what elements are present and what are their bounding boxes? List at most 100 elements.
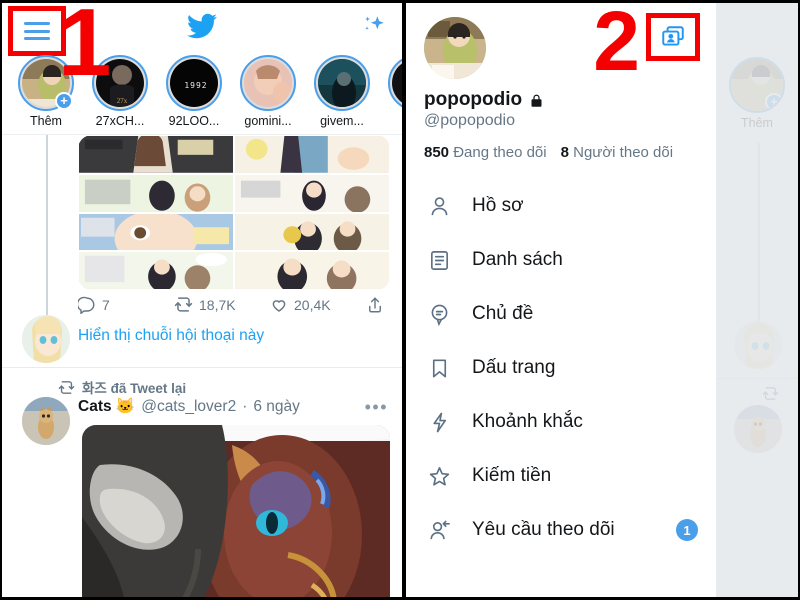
retweet-count: 18,7K <box>199 296 236 313</box>
followers-count: 8 <box>560 144 569 161</box>
profile-stats: 850 Đang theo dõi 8 Người theo dõi <box>424 144 716 161</box>
menu-item-profile[interactable]: Hồ sơ <box>406 179 716 233</box>
profile-display-name: popopodio <box>424 89 523 110</box>
webtoon-panel <box>78 212 234 252</box>
menu-item-label: Khoảnh khắc <box>472 411 583 432</box>
feed-divider <box>2 367 402 368</box>
menu-item-bookmarks[interactable]: Dấu trang <box>406 341 716 395</box>
drawer-scrim[interactable] <box>716 3 798 597</box>
tweet-author-handle[interactable]: @cats_lover2 <box>141 398 236 416</box>
account-switch-icon <box>660 24 686 50</box>
retweet-action[interactable]: 18,7K <box>174 295 270 314</box>
lightning-icon <box>428 411 458 434</box>
profile-name-row: popopodio <box>424 89 716 111</box>
webtoon-panel <box>234 212 390 252</box>
star-icon <box>428 465 458 488</box>
annotation-marker-1: 1 <box>58 3 112 96</box>
menu-item-monetization[interactable]: Kiếm tiền <box>406 449 716 503</box>
followers-label: Người theo dõi <box>573 144 674 161</box>
following-count: 850 <box>424 144 450 161</box>
dimmed-timeline-strip[interactable]: + Thêm <box>716 3 798 597</box>
like-action[interactable]: 20,4K <box>270 296 366 314</box>
annotation-marker-2: 2 <box>593 3 640 88</box>
menu-item-label: Chủ đề <box>472 303 534 324</box>
story-label: 92LOO... <box>168 114 220 128</box>
lock-icon <box>529 93 544 108</box>
account-switch-button[interactable] <box>646 13 700 61</box>
timeline-topbar: 1 <box>2 3 402 91</box>
story-item[interactable]: givem... <box>312 55 372 128</box>
story-label: butt <box>386 114 402 128</box>
follow-request-badge: 1 <box>676 519 698 541</box>
bookmark-icon <box>428 357 458 380</box>
hamburger-menu-icon <box>24 22 50 40</box>
screenshot-root: 1 + Thêm 27x 27xCH... 1992 92LOO... gomi… <box>0 0 800 600</box>
retweeted-by-label: 화즈 đã Tweet lại <box>58 377 186 397</box>
webtoon-panel <box>234 173 390 213</box>
profile-avatar[interactable] <box>424 17 486 79</box>
person-icon <box>428 195 458 218</box>
show-thread-link[interactable]: Hiển thị chuỗi hội thoại này <box>78 327 264 345</box>
topic-bubble-icon <box>428 303 458 326</box>
menu-item-follow-requests[interactable]: Yêu cầu theo dõi 1 <box>406 503 716 557</box>
svg-text:27x: 27x <box>117 97 128 105</box>
reply-count: 7 <box>102 296 110 313</box>
webtoon-panel <box>78 135 234 174</box>
profile-handle: @popopodio <box>424 112 515 129</box>
story-avatar <box>392 59 402 107</box>
menu-item-label: Kiếm tiền <box>472 465 552 486</box>
like-count: 20,4K <box>294 296 331 313</box>
tweet-timestamp[interactable]: 6 ngày <box>253 398 300 416</box>
webtoon-panel <box>78 173 234 213</box>
svg-text:1992: 1992 <box>184 81 207 90</box>
webtoon-panel <box>234 251 390 290</box>
story-ring <box>240 55 296 111</box>
story-label: 27xCH... <box>95 114 145 128</box>
list-icon <box>428 249 458 272</box>
story-label: Thêm <box>30 114 62 128</box>
tweet-author-name[interactable]: Cats 🐱 <box>78 397 135 416</box>
navigation-drawer: 2 popopodio @popopodio 850 Đang theo dõi… <box>406 3 716 597</box>
webtoon-panel <box>234 135 390 174</box>
drawer-menu: Hồ sơ Danh sách Chủ đề Dấu trang Khoảnh … <box>406 179 716 557</box>
more-options-icon[interactable]: ••• <box>365 397 388 418</box>
following-label: Đang theo dõi <box>453 144 547 161</box>
story-ring <box>388 55 402 111</box>
thread-author-avatar[interactable] <box>22 315 70 363</box>
tweet-action-bar[interactable]: 7 18,7K 20,4K <box>78 295 390 314</box>
story-avatar: 1992 <box>170 59 218 107</box>
twitter-bird-icon <box>185 11 219 41</box>
reply-action[interactable]: 7 <box>78 296 174 314</box>
tweet-author-avatar[interactable] <box>22 397 70 445</box>
menu-item-moments[interactable]: Khoảnh khắc <box>406 395 716 449</box>
menu-item-label: Dấu trang <box>472 357 556 378</box>
retweeted-by-text: 화즈 đã Tweet lại <box>82 381 187 396</box>
drawer-profile-header: 2 popopodio @popopodio 850 Đang theo dõi… <box>406 3 716 161</box>
story-label: givem... <box>320 114 364 128</box>
menu-item-label: Hồ sơ <box>472 195 524 216</box>
thread-connector-line <box>46 135 48 325</box>
story-item[interactable]: butt <box>386 55 402 128</box>
story-ring: 1992 <box>166 55 222 111</box>
followers-stat[interactable]: 8 Người theo dõi <box>561 144 673 161</box>
story-item[interactable]: gomini... <box>238 55 298 128</box>
left-phone-screen: 1 + Thêm 27x 27xCH... 1992 92LOO... gomi… <box>2 3 402 597</box>
tweet-author-line: Cats 🐱 @cats_lover2 · 6 ngày <box>78 397 300 416</box>
story-item[interactable]: 1992 92LOO... <box>164 55 224 128</box>
story-ring <box>314 55 370 111</box>
tweet-video-thumbnail[interactable] <box>82 425 390 597</box>
menu-item-topics[interactable]: Chủ đề <box>406 287 716 341</box>
follow-request-icon <box>428 519 458 542</box>
tweet-meta-separator: · <box>242 398 248 415</box>
right-phone-screen: + Thêm 2 popopodio @popopodio 850 Đang t… <box>406 3 798 597</box>
tweet-image-webtoon[interactable] <box>78 135 390 290</box>
webtoon-panel <box>78 251 234 290</box>
share-icon[interactable] <box>366 296 384 314</box>
story-label: gomini... <box>244 114 292 128</box>
menu-item-lists[interactable]: Danh sách <box>406 233 716 287</box>
menu-item-label: Danh sách <box>472 249 563 270</box>
following-stat[interactable]: 850 Đang theo dõi <box>424 144 547 161</box>
story-avatar <box>244 59 292 107</box>
sparkle-icon[interactable] <box>360 13 386 39</box>
menu-item-label: Yêu cầu theo dõi <box>472 519 615 540</box>
